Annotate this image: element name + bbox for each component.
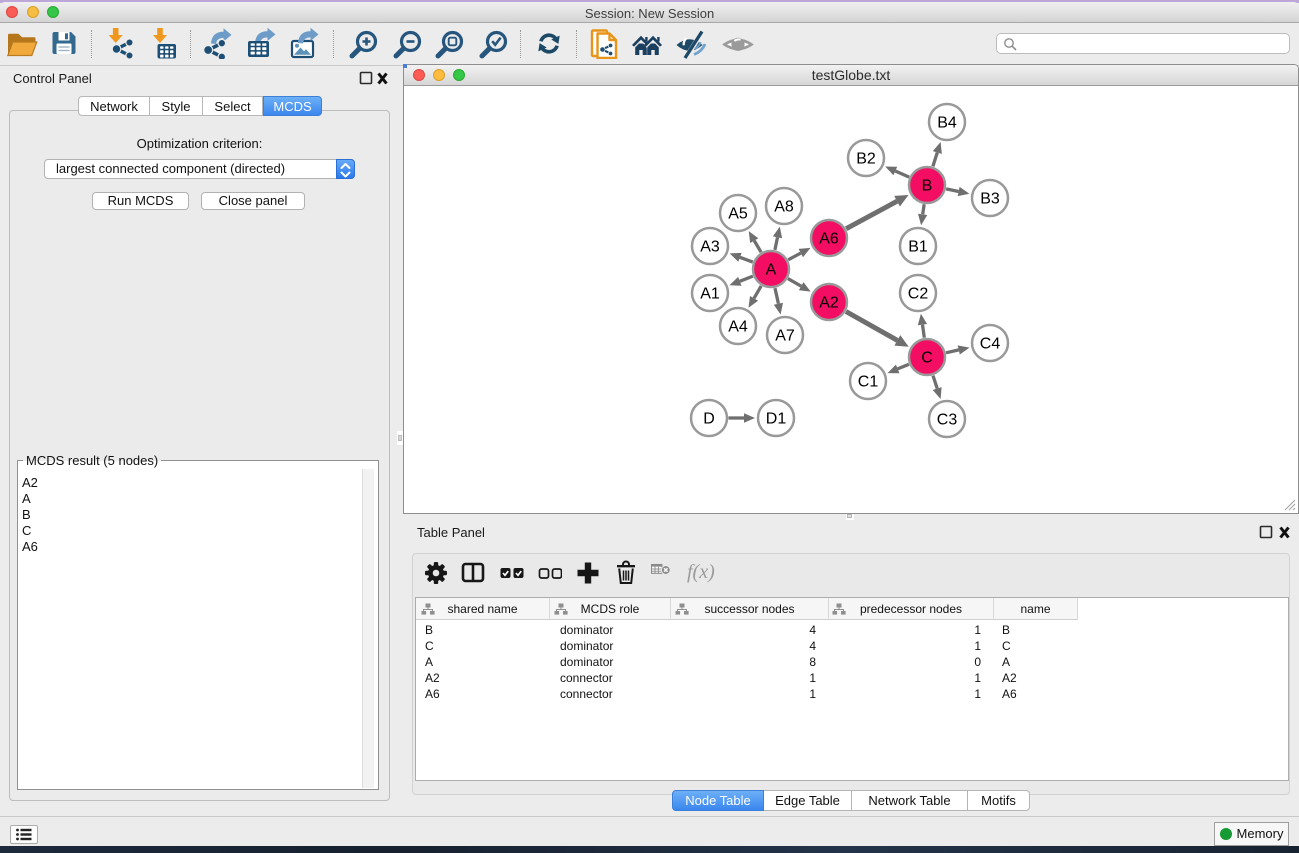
svg-text:A7: A7 bbox=[775, 328, 795, 345]
svg-text:D: D bbox=[703, 411, 715, 428]
svg-text:C2: C2 bbox=[908, 286, 929, 303]
svg-text:A4: A4 bbox=[728, 319, 748, 336]
svg-text:B3: B3 bbox=[980, 191, 1000, 208]
svg-text:A6: A6 bbox=[819, 231, 839, 248]
svg-text:C: C bbox=[921, 350, 933, 367]
svg-text:C1: C1 bbox=[858, 374, 879, 391]
svg-text:B2: B2 bbox=[856, 151, 876, 168]
svg-text:B4: B4 bbox=[937, 115, 957, 132]
svg-text:A8: A8 bbox=[774, 199, 794, 216]
svg-text:D1: D1 bbox=[766, 411, 787, 428]
svg-text:A5: A5 bbox=[728, 206, 748, 223]
svg-text:B: B bbox=[922, 178, 933, 195]
svg-text:B1: B1 bbox=[908, 239, 928, 256]
svg-text:A2: A2 bbox=[819, 295, 839, 312]
svg-text:A: A bbox=[766, 262, 777, 279]
svg-text:A1: A1 bbox=[700, 286, 720, 303]
svg-text:C3: C3 bbox=[937, 412, 958, 429]
svg-text:C4: C4 bbox=[980, 336, 1001, 353]
svg-text:A3: A3 bbox=[700, 239, 720, 256]
